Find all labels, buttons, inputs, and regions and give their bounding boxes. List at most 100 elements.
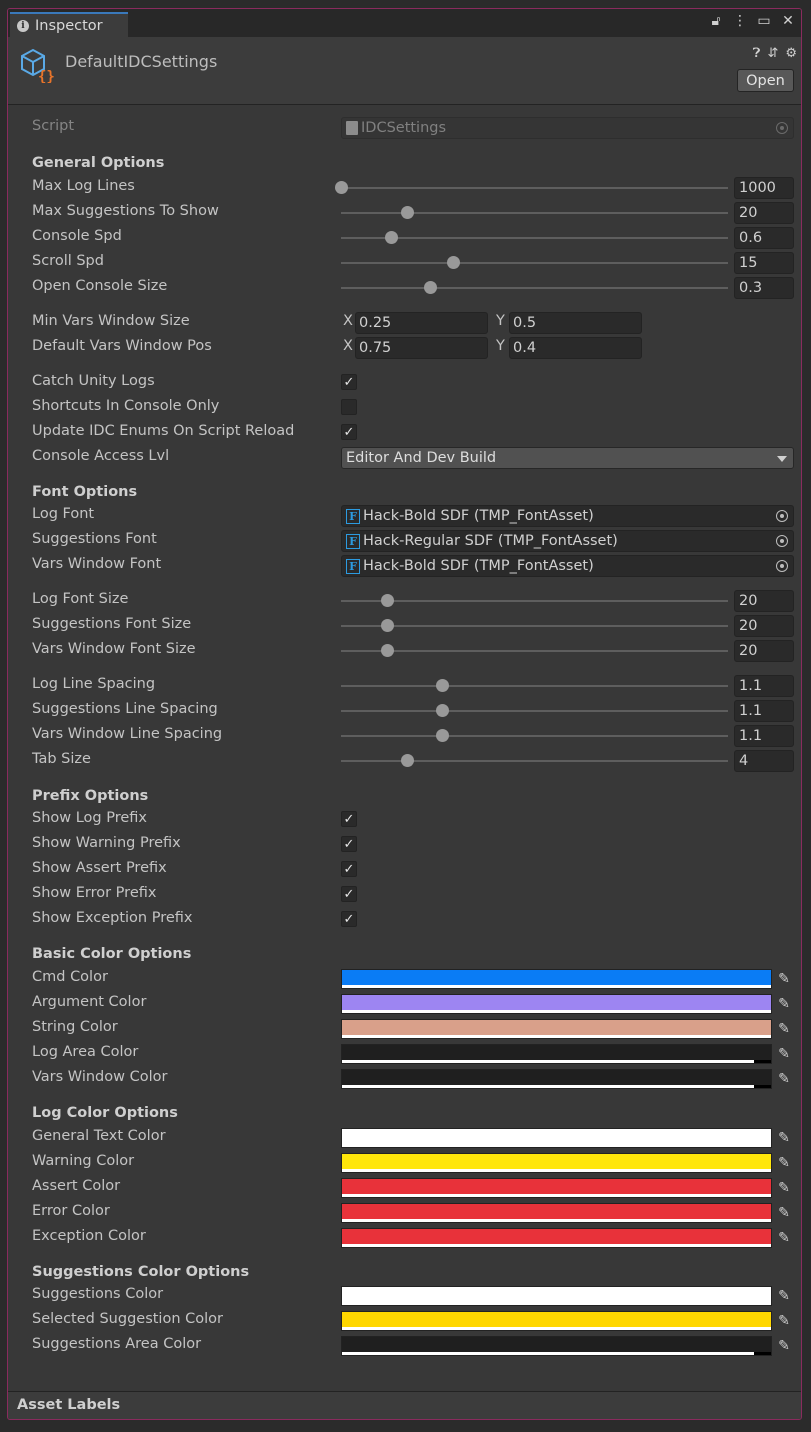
font-asset-field[interactable]: F Hack-Regular SDF (TMP_FontAsset): [341, 530, 794, 552]
asset-labels-title[interactable]: Asset Labels: [17, 1397, 120, 1413]
eyedropper-icon[interactable]: ✎: [774, 994, 794, 1014]
checkbox[interactable]: ✓: [341, 886, 357, 902]
number-field[interactable]: 0.6: [734, 227, 794, 249]
checkbox[interactable]: [341, 399, 357, 415]
slider-track[interactable]: [335, 181, 728, 194]
object-picker-icon[interactable]: [776, 560, 788, 572]
slider-track[interactable]: [341, 729, 728, 742]
slider-thumb[interactable]: [381, 619, 395, 632]
eyedropper-icon[interactable]: ✎: [774, 1228, 794, 1248]
color-swatch[interactable]: [341, 1019, 772, 1039]
checkbox[interactable]: ✓: [341, 836, 357, 852]
slider-track[interactable]: [341, 644, 728, 657]
slider-thumb[interactable]: [424, 281, 437, 294]
slider-thumb[interactable]: [381, 594, 395, 607]
section-basic-color-options: Basic Color Options: [32, 946, 192, 962]
maximize-icon[interactable]: ▭: [757, 13, 771, 29]
field-label: Vars Window Line Spacing: [32, 726, 223, 742]
color-swatch[interactable]: [341, 1203, 772, 1223]
eyedropper-icon[interactable]: ✎: [774, 1069, 794, 1089]
color-swatch[interactable]: [341, 1153, 772, 1173]
color-swatch[interactable]: [341, 1178, 772, 1198]
slider-thumb[interactable]: [385, 231, 399, 244]
slider-track[interactable]: [341, 206, 728, 219]
slider-thumb[interactable]: [447, 256, 461, 269]
color-swatch[interactable]: [341, 969, 772, 989]
eyedropper-icon[interactable]: ✎: [774, 969, 794, 989]
slider-thumb[interactable]: [435, 704, 449, 717]
color-swatch[interactable]: [341, 1044, 772, 1064]
number-field[interactable]: 1.1: [734, 725, 794, 747]
x-field[interactable]: 0.75: [355, 337, 488, 359]
eyedropper-icon[interactable]: ✎: [774, 1128, 794, 1148]
font-asset-field[interactable]: F Hack-Bold SDF (TMP_FontAsset): [341, 555, 794, 577]
alpha-bar: [342, 1244, 771, 1247]
checkbox[interactable]: ✓: [341, 911, 357, 927]
lock-icon[interactable]: 🔓︎: [709, 13, 723, 29]
eyedropper-icon[interactable]: ✎: [774, 1311, 794, 1331]
eyedropper-icon[interactable]: ✎: [774, 1203, 794, 1223]
object-picker-icon: [776, 122, 788, 134]
color-swatch[interactable]: [341, 1336, 772, 1356]
close-icon[interactable]: ✕: [781, 13, 795, 29]
color-swatch[interactable]: [341, 1128, 772, 1148]
slider-track[interactable]: [341, 679, 728, 692]
eyedropper-icon[interactable]: ✎: [774, 1178, 794, 1198]
checkbox[interactable]: ✓: [341, 861, 357, 877]
slider-track[interactable]: [341, 281, 728, 294]
eyedropper-icon[interactable]: ✎: [774, 1019, 794, 1039]
kebab-menu-icon[interactable]: ⋮: [733, 13, 747, 29]
eyedropper-icon[interactable]: ✎: [774, 1286, 794, 1306]
number-field[interactable]: 20: [734, 590, 794, 612]
number-field[interactable]: 15: [734, 252, 794, 274]
y-field[interactable]: 0.5: [509, 312, 642, 334]
slider-track[interactable]: [341, 754, 728, 767]
eyedropper-icon[interactable]: ✎: [774, 1044, 794, 1064]
slider-track[interactable]: [341, 704, 728, 717]
color-swatch[interactable]: [341, 1069, 772, 1089]
checkbox[interactable]: ✓: [341, 424, 357, 440]
number-field[interactable]: 1.1: [734, 700, 794, 722]
preset-icon[interactable]: ⇵: [767, 46, 778, 61]
object-picker-icon[interactable]: [776, 510, 788, 522]
slider-thumb[interactable]: [335, 181, 348, 194]
color-swatch[interactable]: [341, 1286, 772, 1306]
number-field[interactable]: 20: [734, 202, 794, 224]
console-access-dropdown[interactable]: Editor And Dev Build: [341, 447, 794, 469]
field-label: String Color: [32, 1019, 118, 1035]
color-row-log-area-color: Log Area Color ✎: [8, 1042, 801, 1066]
slider-track[interactable]: [341, 256, 728, 269]
number-field[interactable]: 1000: [734, 177, 794, 199]
object-picker-icon[interactable]: [776, 535, 788, 547]
number-field[interactable]: 20: [734, 615, 794, 637]
x-field[interactable]: 0.25: [355, 312, 488, 334]
number-field[interactable]: 0.3: [734, 277, 794, 299]
color-swatch[interactable]: [341, 994, 772, 1014]
slider-thumb[interactable]: [435, 729, 449, 742]
help-icon[interactable]: ❓︎: [753, 46, 761, 61]
font-asset-field[interactable]: F Hack-Bold SDF (TMP_FontAsset): [341, 505, 794, 527]
slider-thumb[interactable]: [400, 754, 414, 767]
gear-icon[interactable]: ⚙: [785, 46, 797, 61]
slider-thumb[interactable]: [400, 206, 414, 219]
y-field[interactable]: 0.4: [509, 337, 642, 359]
color-swatch[interactable]: [341, 1311, 772, 1331]
slider-track[interactable]: [341, 619, 728, 632]
eyedropper-icon[interactable]: ✎: [774, 1336, 794, 1356]
field-label: Vars Window Font: [32, 556, 162, 572]
tab-inspector[interactable]: i Inspector: [10, 12, 128, 37]
number-field[interactable]: 4: [734, 750, 794, 772]
number-field[interactable]: 20: [734, 640, 794, 662]
open-button[interactable]: Open: [737, 69, 794, 92]
checkbox[interactable]: ✓: [341, 374, 357, 390]
eyedropper-icon[interactable]: ✎: [774, 1153, 794, 1173]
slider-track[interactable]: [341, 231, 728, 244]
color-swatch[interactable]: [341, 1228, 772, 1248]
slider-thumb[interactable]: [381, 644, 395, 657]
number-field[interactable]: 1.1: [734, 675, 794, 697]
slider-track[interactable]: [341, 594, 728, 607]
checkbox[interactable]: ✓: [341, 811, 357, 827]
slider-thumb[interactable]: [435, 679, 449, 692]
font-asset-value: Hack-Regular SDF (TMP_FontAsset): [363, 533, 618, 549]
alpha-bar: [342, 1327, 771, 1330]
